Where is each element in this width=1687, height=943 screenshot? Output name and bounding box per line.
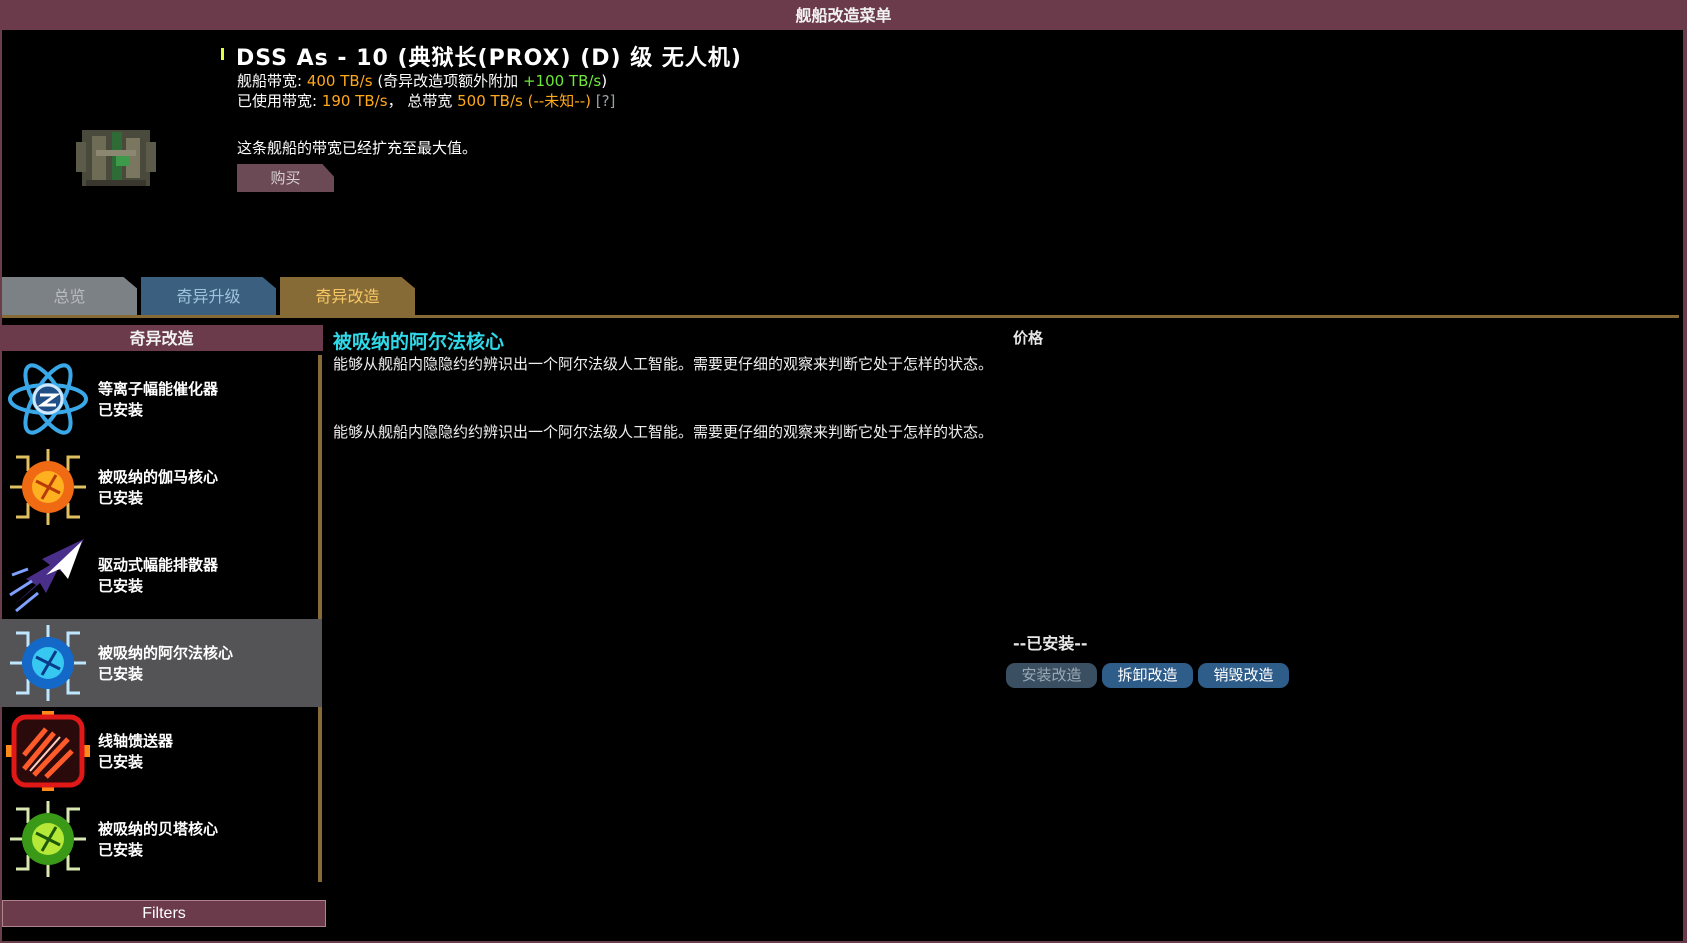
total-label: ， 总带宽 [387,92,458,110]
help-link[interactable]: [?] [591,92,616,110]
item-name: 等离子幅能催化器 [98,380,219,398]
item-name: 被吸纳的伽马核心 [98,468,219,486]
list-item-flux-vent[interactable]: 驱动式幅能排散器 已安装 [0,531,322,619]
detail-title: 被吸纳的阿尔法核心 [333,331,505,353]
install-mod-button[interactable]: 安装改造 [1006,663,1097,688]
detail-description-2: 能够从舰船内隐隐约约辨识出一个阿尔法级人工智能。需要更仔细的观察来判断它处于怎样… [333,423,994,441]
ship-name: DSS As - 10 (典狱长(PROX) (D) 级 无人机) [236,46,742,71]
flux-vent-icon [9,539,84,613]
title-marker [221,48,224,60]
beta-core-icon [10,801,86,877]
used-bandwidth-line: 已使用带宽: 190 TB/s， 总带宽 500 TB/s (--未知--) [… [237,90,615,111]
tab-overview[interactable]: 总览 [2,277,137,315]
item-name: 被吸纳的阿尔法核心 [98,644,234,662]
remove-mod-button[interactable]: 拆卸改造 [1102,663,1193,688]
tab-exotic-upgrades[interactable]: 奇异升级 [141,277,276,315]
bandwidth-line: 舰船带宽: 400 TB/s (奇异改造项额外附加 +100 TB/s) [237,70,607,91]
filters-button[interactable]: Filters [2,900,326,927]
total-value: 500 TB/s (--未知--) [457,92,591,110]
item-status: 已安装 [98,577,144,595]
ship-sprite-icon [76,130,156,186]
item-name: 线轴馈送器 [98,732,174,750]
item-name: 驱动式幅能排散器 [98,556,219,574]
feeder-icon [6,711,90,791]
item-status: 已安装 [98,753,144,771]
list-item-gamma-core[interactable]: 被吸纳的伽马核心 已安装 [0,443,322,531]
used-label: 已使用带宽: [237,92,322,110]
item-status: 已安装 [98,665,144,683]
list-item-beta-core[interactable]: 被吸纳的贝塔核心 已安装 [0,795,322,883]
list-item-plasma-catalyst[interactable]: 等离子幅能催化器 已安装 [0,355,322,443]
bandwidth-maxed-note: 这条舰船的带宽已经扩充至最大值。 [237,139,478,157]
list-header: 奇异改造 [0,325,323,351]
item-status: 已安装 [98,489,144,507]
buy-button[interactable]: 购买 [237,164,334,192]
bandwidth-extra-value: +100 TB/s [522,72,602,90]
right-border [1683,30,1687,943]
bandwidth-label: 舰船带宽: [237,72,307,90]
atom-icon [8,363,88,435]
alpha-core-icon [10,625,86,701]
installed-label: --已安装-- [1013,634,1088,653]
tab-exotic-mods[interactable]: 奇异改造 [280,277,415,315]
item-name: 被吸纳的贝塔核心 [98,820,219,838]
gamma-core-icon [10,449,86,525]
list-item-spool-feeder[interactable]: 线轴馈送器 已安装 [0,707,322,795]
bandwidth-extra-pre: (奇异改造项额外附加 [372,72,523,90]
bandwidth-extra-post: ) [601,72,608,90]
list-item-alpha-core[interactable]: 被吸纳的阿尔法核心 已安装 [0,619,322,707]
detail-description-1: 能够从舰船内隐隐约约辨识出一个阿尔法级人工智能。需要更仔细的观察来判断它处于怎样… [333,355,994,373]
used-value: 190 TB/s [321,92,388,110]
mods-list-panel: 奇异改造 等离子幅能催化器 已安装 被吸纳的伽马核心 已安装 驱动式幅能排散器 … [0,325,323,900]
item-status: 已安装 [98,841,144,859]
destroy-mod-button[interactable]: 销毁改造 [1198,663,1289,688]
bandwidth-value: 400 TB/s [306,72,373,90]
window-title: 舰船改造菜单 [0,0,1687,30]
tab-underline [2,315,1679,318]
price-label: 价格 [1013,329,1044,347]
item-status: 已安装 [98,401,144,419]
